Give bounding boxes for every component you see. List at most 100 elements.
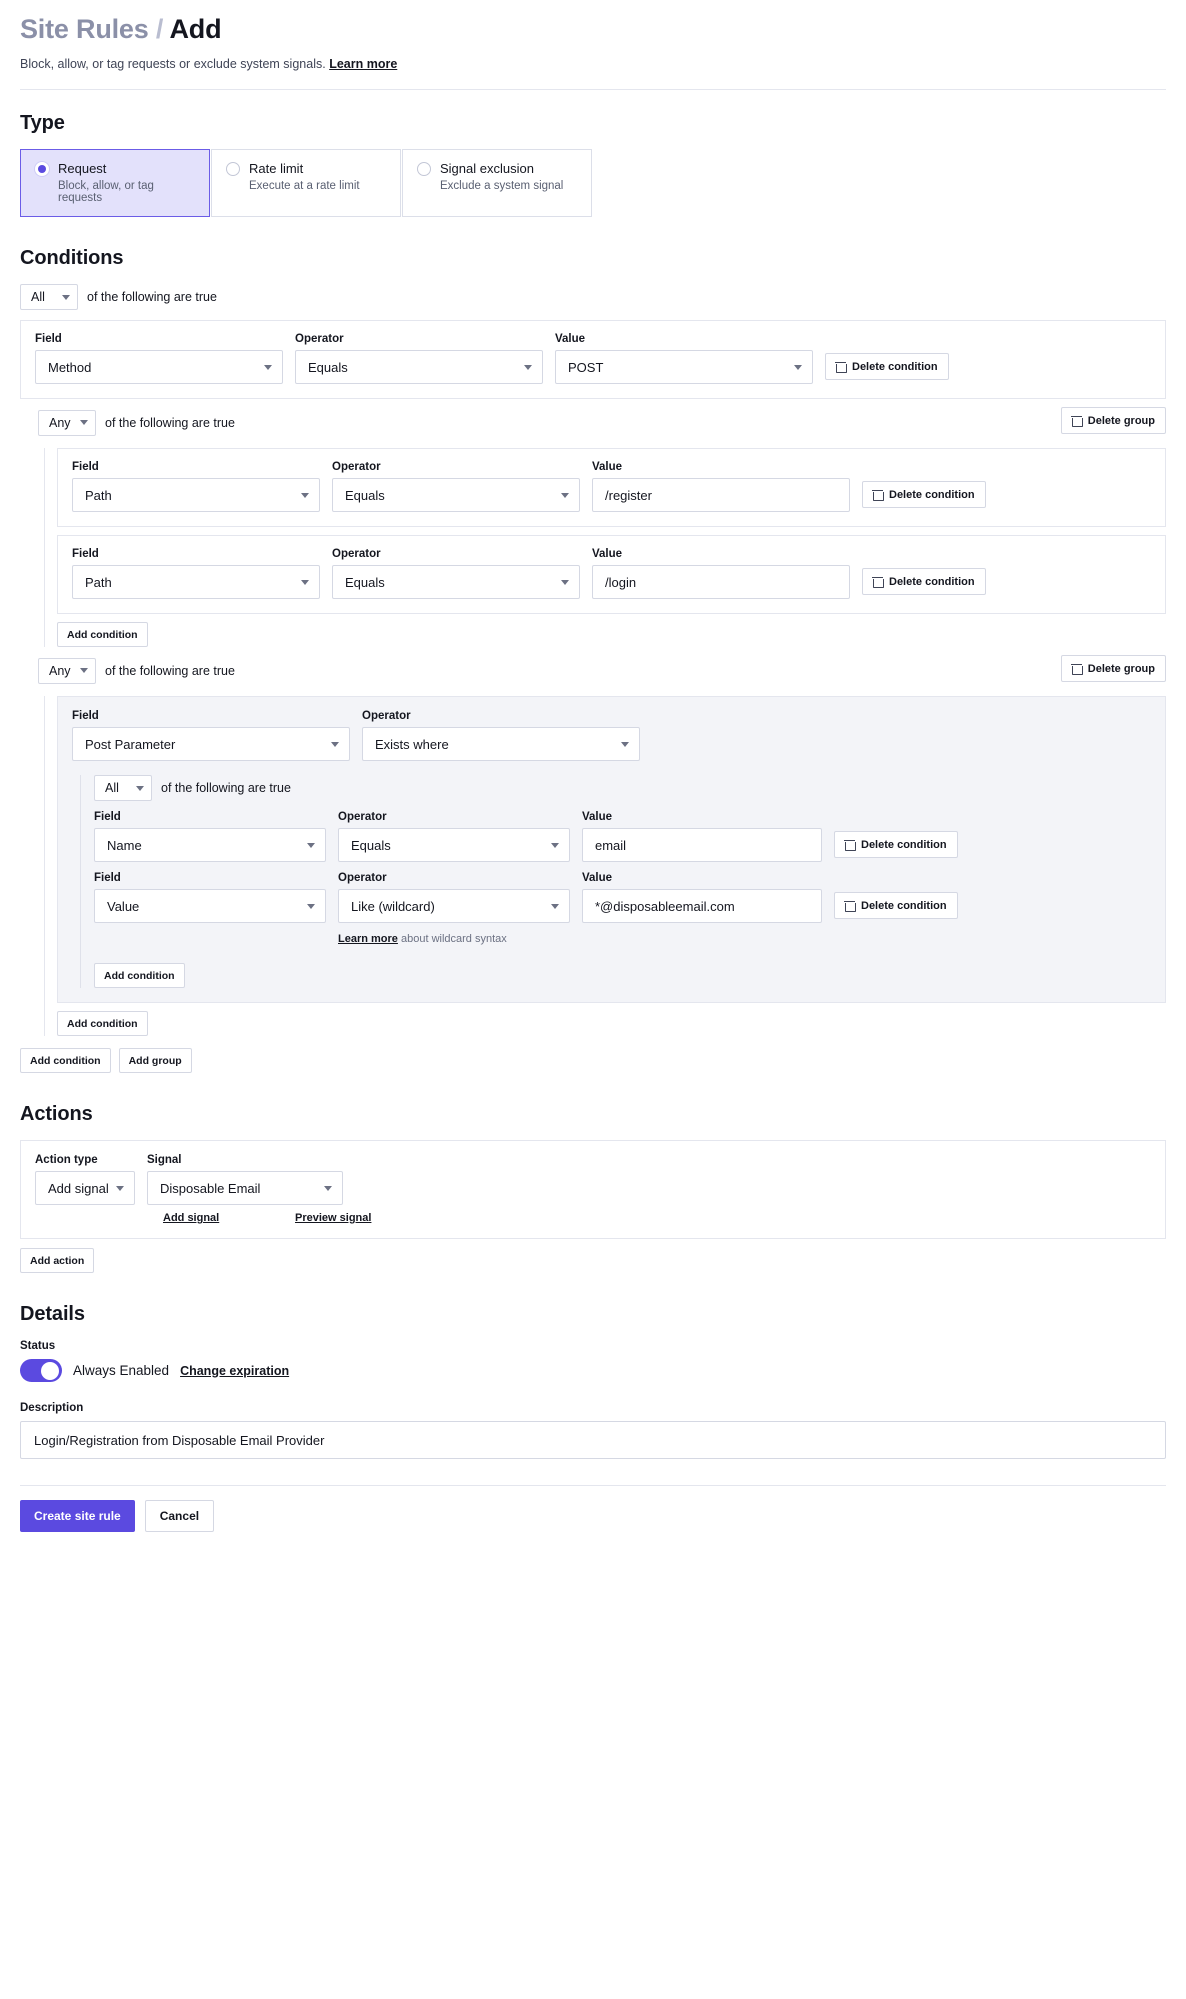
value-input[interactable]: /login xyxy=(592,565,850,599)
trash-icon xyxy=(844,900,856,912)
preview-signal-link[interactable]: Preview signal xyxy=(295,1212,371,1224)
delete-group-button[interactable]: Delete group xyxy=(1060,655,1166,682)
field-select[interactable]: Value xyxy=(94,889,326,923)
type-card-desc: Block, allow, or tag requests xyxy=(58,180,154,204)
operator-select[interactable]: Equals xyxy=(332,478,580,512)
group-boolean-suffix: of the following are true xyxy=(105,663,235,678)
signal-select[interactable]: Disposable Email xyxy=(147,1171,343,1205)
value-select[interactable]: POST xyxy=(555,350,813,384)
type-card-request[interactable]: Request Block, allow, or tag requests xyxy=(20,149,210,217)
value-input[interactable]: email xyxy=(582,828,822,862)
add-group-button[interactable]: Add group xyxy=(118,1048,192,1073)
chevron-down-icon xyxy=(307,842,315,848)
group-boolean-select[interactable]: Any xyxy=(38,657,96,684)
field-value: Method xyxy=(48,359,92,375)
group-boolean-select[interactable]: Any xyxy=(38,409,96,436)
field-select[interactable]: Path xyxy=(72,565,320,599)
field-label: Field xyxy=(35,333,62,345)
wildcard-learn-more-link[interactable]: Learn more xyxy=(338,933,398,945)
field-select[interactable]: Name xyxy=(94,828,326,862)
type-card-label: Request xyxy=(58,161,107,176)
value-text: /register xyxy=(605,487,652,503)
value-text: email xyxy=(595,837,627,853)
breadcrumb-parent[interactable]: Site Rules xyxy=(20,14,149,44)
status-toggle[interactable] xyxy=(20,1359,62,1382)
field-label: Field xyxy=(72,461,99,473)
type-card-signal-exclusion[interactable]: Signal exclusion Exclude a system signal xyxy=(402,149,592,217)
chevron-down-icon xyxy=(301,492,309,498)
page-subtitle: Block, allow, or tag requests or exclude… xyxy=(20,57,1166,71)
group-boolean-suffix: of the following are true xyxy=(105,415,235,430)
operator-select[interactable]: Like (wildcard) xyxy=(338,889,570,923)
chevron-down-icon xyxy=(116,1185,124,1191)
site-rule-add-page: Site Rules / Add Block, allow, or tag re… xyxy=(0,0,1186,1548)
value-label: Value xyxy=(592,461,623,473)
field-select[interactable]: Path xyxy=(72,478,320,512)
action-type-label: Action type xyxy=(35,1154,98,1166)
root-boolean-select[interactable]: All xyxy=(20,284,78,310)
operator-value: Equals xyxy=(351,837,391,853)
field-label: Field xyxy=(94,872,121,884)
add-condition-button[interactable]: Add condition xyxy=(57,1011,148,1036)
conditions-footer-buttons: Add condition Add group xyxy=(20,1048,1166,1073)
operator-select[interactable]: Equals xyxy=(338,828,570,862)
trash-icon xyxy=(872,576,884,588)
chevron-down-icon xyxy=(561,579,569,585)
create-site-rule-button[interactable]: Create site rule xyxy=(20,1500,135,1532)
delete-condition-button[interactable]: Delete condition xyxy=(862,481,986,508)
field-label: Field xyxy=(94,811,121,823)
value-label: Value xyxy=(555,333,586,345)
change-expiration-link[interactable]: Change expiration xyxy=(180,1364,289,1378)
delete-group-label: Delete group xyxy=(1087,414,1155,427)
condition-row-value: Field Value Operator Like (wildcard) Val… xyxy=(94,872,1151,923)
add-condition-button-inner[interactable]: Add condition xyxy=(94,963,185,988)
field-select[interactable]: Post Parameter xyxy=(72,727,350,761)
breadcrumb-current: Add xyxy=(169,14,222,44)
trash-icon xyxy=(1070,663,1083,675)
description-value: Login/Registration from Disposable Email… xyxy=(34,1432,325,1448)
type-card-rate-limit[interactable]: Rate limit Execute at a rate limit xyxy=(211,149,401,217)
delete-condition-button[interactable]: Delete condition xyxy=(825,353,949,380)
root-boolean-suffix: of the following are true xyxy=(87,290,217,304)
delete-condition-button[interactable]: Delete condition xyxy=(834,831,958,858)
action-links: Add signal Preview signal xyxy=(35,1212,1151,1224)
inner-boolean-row: All of the following are true xyxy=(94,775,1151,801)
radio-unselected-icon xyxy=(226,161,240,176)
trash-icon xyxy=(872,489,884,501)
inner-boolean-select[interactable]: All xyxy=(94,775,152,801)
operator-select[interactable]: Equals xyxy=(332,565,580,599)
inner-boolean-value: All xyxy=(105,781,119,795)
operator-value: Equals xyxy=(308,359,348,375)
operator-select[interactable]: Equals xyxy=(295,350,543,384)
delete-group-label: Delete group xyxy=(1087,662,1155,675)
description-input[interactable]: Login/Registration from Disposable Email… xyxy=(20,1421,1166,1459)
operator-select[interactable]: Exists where xyxy=(362,727,640,761)
conditions-section-title: Conditions xyxy=(20,247,124,269)
group-boolean-value: Any xyxy=(49,415,71,430)
type-section-title: Type xyxy=(20,112,65,134)
chevron-down-icon xyxy=(264,364,272,370)
radio-unselected-icon xyxy=(417,161,431,176)
field-select[interactable]: Method xyxy=(35,350,283,384)
delete-group-button[interactable]: Delete group xyxy=(1060,407,1166,434)
add-signal-link[interactable]: Add signal xyxy=(163,1212,295,1224)
add-condition-button[interactable]: Add condition xyxy=(57,622,148,647)
footer-divider xyxy=(20,1485,1166,1486)
type-card-desc: Execute at a rate limit xyxy=(249,180,360,192)
condition-group-post-parameter: Any of the following are true Delete gro… xyxy=(38,655,1166,1036)
delete-condition-button[interactable]: Delete condition xyxy=(862,568,986,595)
delete-condition-button[interactable]: Delete condition xyxy=(834,892,958,919)
value-input[interactable]: /register xyxy=(592,478,850,512)
field-column: Field Method xyxy=(35,333,283,384)
add-condition-button-root[interactable]: Add condition xyxy=(20,1048,111,1073)
chevron-down-icon xyxy=(324,1185,332,1191)
operator-label: Operator xyxy=(332,548,381,560)
form-footer: Create site rule Cancel xyxy=(20,1500,1166,1548)
add-action-button[interactable]: Add action xyxy=(20,1248,95,1273)
chevron-down-icon xyxy=(62,294,70,300)
cancel-button[interactable]: Cancel xyxy=(144,1500,215,1532)
action-type-select[interactable]: Add signal xyxy=(35,1171,135,1205)
value-input[interactable]: *@disposableemail.com xyxy=(582,889,822,923)
learn-more-link[interactable]: Learn more xyxy=(329,57,397,71)
group-body: Field Path Operator Equals Value /regist… xyxy=(44,448,1166,647)
